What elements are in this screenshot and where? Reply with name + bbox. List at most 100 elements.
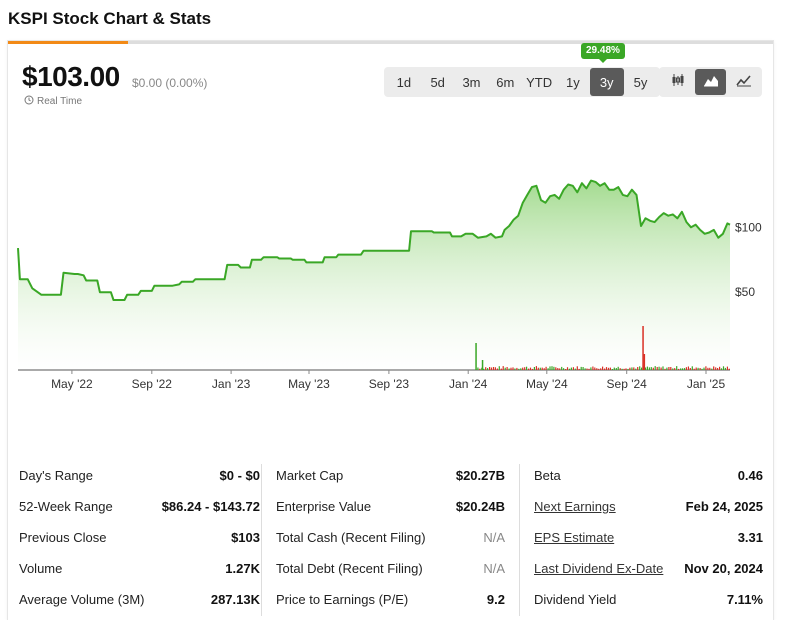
volume-bar [648, 367, 650, 370]
volume-bar [580, 366, 582, 370]
volume-bar [680, 368, 682, 370]
volume-bar [535, 366, 537, 370]
volume-bar [506, 367, 508, 370]
stats-column-1: Day's Range $0 - $0 52-Week Range $86.24 -… [19, 460, 260, 615]
volume-bar [631, 367, 633, 370]
stats-panel: Day's Range $0 - $0 52-Week Range $86.24 -… [8, 450, 773, 620]
stat-row-52-week-range: 52-Week Range $86.24 - $143.72 [19, 491, 260, 522]
y-tick-label: $100 [735, 220, 762, 234]
volume-bar [629, 367, 631, 370]
stat-value: 1.27K [225, 561, 260, 576]
stat-label: Average Volume (3M) [19, 592, 145, 607]
volume-bar [699, 368, 701, 370]
last-dividend-link[interactable]: Last Dividend Ex-Date [534, 561, 663, 576]
price-chart[interactable]: $100 $50 May '22 Sep '22 Jan '23 May '23 Sep '… [8, 41, 775, 450]
volume-bar [621, 368, 623, 370]
volume-bar [681, 368, 684, 370]
stat-value: $20.27B [455, 468, 505, 483]
volume-bar [720, 368, 723, 370]
volume-bar [547, 368, 549, 370]
volume-bar [639, 366, 641, 370]
volume-bar [576, 366, 578, 370]
volume-bar [594, 367, 596, 370]
stat-row-previous-close: Previous Close $103 [19, 522, 260, 553]
stat-row-next-earnings: Next Earnings Feb 24, 2025 [534, 491, 763, 522]
volume-bar [650, 367, 652, 370]
volume-bar [526, 366, 528, 370]
volume-bar [658, 366, 660, 370]
volume-bar [711, 368, 713, 370]
volume-bar [672, 368, 674, 370]
stat-row-last-dividend: Last Dividend Ex-Date Nov 20, 2024 [534, 553, 763, 584]
next-earnings-link[interactable]: Next Earnings [534, 499, 616, 514]
stat-row-average-volume: Average Volume (3M) 287.13K [19, 584, 260, 615]
stat-value: $86.24 - $143.72 [161, 499, 260, 514]
volume-bar [615, 368, 617, 370]
volume-bar [600, 368, 602, 370]
volume-bar [510, 367, 512, 370]
volume-bar [568, 368, 571, 370]
volume-bar [703, 367, 705, 370]
volume-bar [549, 366, 551, 370]
stat-label: Price to Earnings (P/E) [276, 592, 409, 607]
volume-bar [539, 367, 541, 370]
stat-label: Total Debt (Recent Filing) [276, 561, 423, 576]
volume-bar [693, 368, 695, 370]
stat-value: $0 - $0 [219, 468, 260, 483]
volume-bar [728, 368, 730, 370]
volume-spike-bar [475, 343, 477, 370]
stat-row-total-cash: Total Cash (Recent Filing) N/A [276, 522, 505, 553]
volume-bar [586, 368, 588, 370]
x-tick-label: Jan '24 [449, 377, 488, 391]
volume-bar [678, 368, 680, 370]
volume-bar [707, 367, 709, 370]
volume-bar [685, 367, 687, 370]
volume-bar [561, 366, 563, 370]
x-tick-label: Sep '22 [132, 377, 173, 391]
stat-row-volume: Volume 1.27K [19, 553, 260, 584]
volume-bar [683, 368, 686, 370]
volume-bar [602, 366, 604, 370]
stat-value: 287.13K [210, 592, 260, 607]
volume-bar [512, 367, 514, 370]
volume-bar [518, 368, 520, 370]
volume-bar [588, 368, 590, 370]
volume-bar [502, 366, 504, 370]
volume-bar [553, 366, 555, 370]
volume-bar [605, 367, 608, 370]
volume-bar [726, 366, 728, 370]
volume-bar [697, 367, 699, 370]
volume-bar [717, 368, 719, 370]
stat-label: Total Cash (Recent Filing) [276, 530, 426, 545]
column-divider [519, 464, 520, 616]
volume-bar [479, 368, 481, 370]
volume-bar [485, 367, 487, 370]
eps-estimate-link[interactable]: EPS Estimate [534, 530, 614, 545]
volume-bar [662, 366, 664, 370]
volume-bar [537, 367, 539, 370]
stat-row-dividend-yield: Dividend Yield 7.11% [534, 584, 763, 615]
stat-row-eps-estimate: EPS Estimate 3.31 [534, 522, 763, 553]
volume-bar [528, 368, 530, 370]
stat-value: 3.31 [737, 530, 763, 545]
volume-bar [607, 367, 610, 370]
volume-bar [543, 368, 545, 370]
volume-bar [635, 368, 637, 370]
volume-bar [596, 368, 598, 370]
volume-bar [674, 368, 676, 370]
volume-bar [477, 367, 479, 370]
volume-bar [611, 369, 613, 370]
stock-card: $103.00 $0.00 (0.00%) Real Time 29.48% 1… [7, 40, 774, 620]
stat-value: Nov 20, 2024 [684, 561, 763, 576]
volume-bar [574, 368, 576, 370]
volume-bar [555, 367, 557, 370]
volume-bar [570, 367, 572, 370]
volume-bar [604, 368, 606, 370]
volume-bar [516, 367, 518, 370]
volume-bar [724, 367, 726, 370]
volume-bar [496, 368, 498, 370]
volume-bar [689, 368, 691, 370]
column-divider [261, 464, 262, 616]
volume-bar [670, 367, 672, 370]
volume-bar [529, 367, 532, 370]
